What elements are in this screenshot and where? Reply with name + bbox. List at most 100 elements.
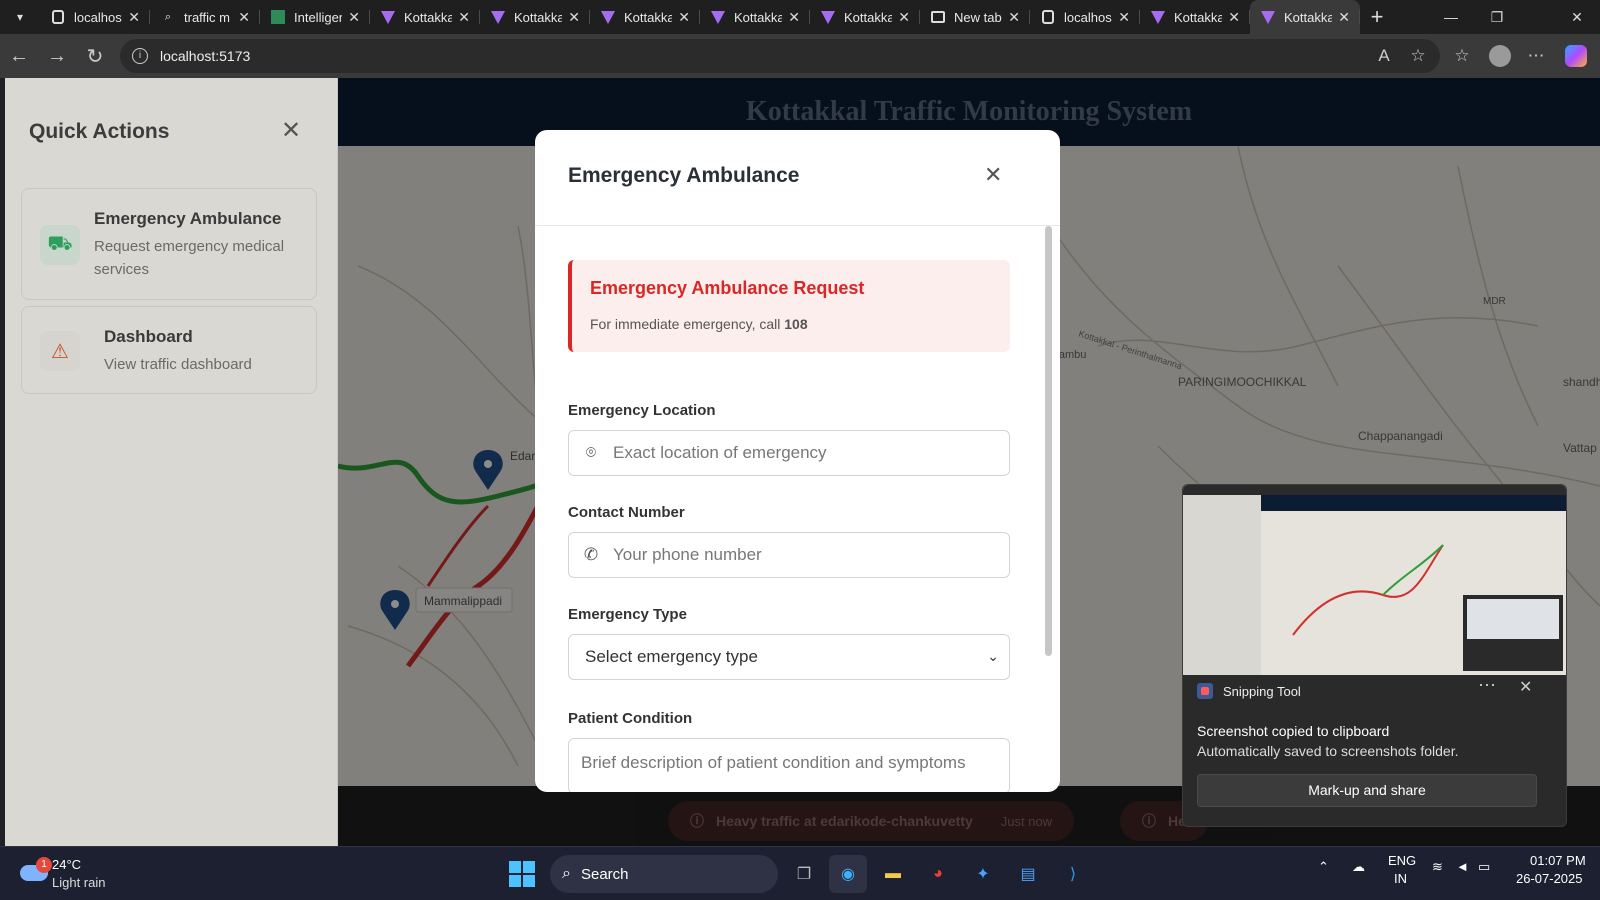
clock-date[interactable]: 26-07-2025	[1516, 871, 1583, 886]
type-label: Emergency Type	[568, 606, 687, 623]
browser-tab[interactable]: Kottakka ✕	[370, 0, 480, 34]
browser-tab[interactable]: Kottakka ✕	[1250, 0, 1360, 34]
battery-icon[interactable]: ▭	[1478, 859, 1490, 875]
start-icon[interactable]	[503, 855, 541, 893]
location-placeholder: Exact location of emergency	[613, 443, 827, 462]
language-top[interactable]: ENG	[1388, 853, 1416, 868]
quick-action-dashboard[interactable]: ⚠ Dashboard View traffic dashboard	[21, 306, 317, 394]
contact-placeholder: Your phone number	[613, 545, 762, 564]
tab-close-icon[interactable]: ✕	[898, 9, 910, 26]
volume-icon[interactable]: ◄	[1456, 859, 1469, 874]
tab-close-icon[interactable]: ✕	[128, 9, 140, 26]
tab-actions-menu-icon[interactable]: ▾	[0, 0, 40, 34]
tab-close-icon[interactable]: ✕	[678, 9, 690, 26]
screenshot-thumbnail[interactable]	[1183, 485, 1567, 675]
language-bottom[interactable]: IN	[1394, 871, 1407, 886]
tab-title: Intelliger	[294, 9, 343, 25]
browser-tab[interactable]: Kottakka ✕	[700, 0, 810, 34]
tab-close-icon[interactable]: ✕	[348, 9, 360, 26]
emergency-alert-text: For immediate emergency, call 108	[590, 316, 808, 332]
edge-icon[interactable]: ◉	[829, 855, 867, 893]
chrome-icon[interactable]: ◕	[919, 855, 957, 893]
onedrive-icon[interactable]: ☁	[1352, 859, 1365, 875]
forward-icon[interactable]: →	[38, 34, 76, 78]
favorites-icon[interactable]: ☆	[1444, 38, 1480, 74]
quick-action-desc: View traffic dashboard	[104, 356, 252, 373]
tab-close-icon[interactable]: ✕	[1118, 9, 1130, 26]
weather-description: Light rain	[52, 875, 106, 890]
copilot-icon[interactable]	[1558, 38, 1594, 74]
browser-tab[interactable]: New tab ✕	[920, 0, 1030, 34]
modal-title: Emergency Ambulance	[568, 164, 800, 187]
quick-action-emergency-ambulance[interactable]: ⛟ Emergency Ambulance Request emergency …	[21, 188, 317, 300]
markup-and-share-button[interactable]: Mark-up and share	[1197, 774, 1537, 807]
weather-widget[interactable]: 1 24°C Light rain	[16, 853, 156, 893]
browser-tab[interactable]: ⌕ traffic m ✕	[150, 0, 260, 34]
location-label: Emergency Location	[568, 402, 716, 419]
notepad-icon[interactable]: ▤	[1009, 855, 1047, 893]
taskbar-search[interactable]: ⌕ Search	[550, 855, 778, 893]
more-options-icon[interactable]: ⋯	[1478, 675, 1496, 696]
contact-input[interactable]: ✆ Your phone number	[568, 532, 1010, 578]
cloud-rain-icon: 1	[20, 857, 52, 881]
profile-avatar-icon[interactable]	[1482, 38, 1518, 74]
tab-close-icon[interactable]: ✕	[238, 9, 250, 26]
condition-placeholder: Brief description of patient condition a…	[581, 753, 966, 772]
task-view-icon[interactable]: ❐	[785, 855, 823, 893]
browser-tab[interactable]: Kottakka ✕	[590, 0, 700, 34]
new-tab-button[interactable]: +	[1360, 4, 1394, 30]
tab-close-icon[interactable]: ✕	[1008, 9, 1020, 26]
url-text[interactable]: localhost:5173	[160, 48, 250, 64]
tab-close-icon[interactable]: ✕	[1338, 9, 1350, 26]
tab-close-icon[interactable]: ✕	[458, 9, 470, 26]
emergency-alert-message: For immediate emergency, call	[590, 316, 781, 332]
condition-textarea[interactable]: Brief description of patient condition a…	[568, 738, 1010, 792]
tab-close-icon[interactable]: ✕	[1228, 9, 1240, 26]
browser-tab[interactable]: Intelliger ✕	[260, 0, 370, 34]
reload-icon[interactable]: ↻	[76, 34, 114, 78]
more-options-icon[interactable]: ⋯	[1518, 38, 1554, 74]
tab-close-icon[interactable]: ✕	[568, 9, 580, 26]
wifi-icon[interactable]: ≋	[1432, 859, 1443, 875]
read-aloud-icon[interactable]: A	[1366, 38, 1402, 74]
show-hidden-icons-icon[interactable]: ⌃	[1318, 859, 1329, 875]
minimize-icon[interactable]: —	[1428, 0, 1474, 34]
favorite-star-icon[interactable]: ☆	[1400, 38, 1436, 74]
restore-icon[interactable]: ❐	[1474, 0, 1520, 34]
close-icon[interactable]: ✕	[281, 116, 301, 145]
browser-tab[interactable]: localhost ✕	[40, 0, 150, 34]
browser-tab[interactable]: Kottakka ✕	[810, 0, 920, 34]
modal-close-icon[interactable]: ✕	[984, 162, 1002, 188]
document-icon	[50, 9, 66, 25]
notification-app-name: Snipping Tool	[1223, 683, 1301, 699]
browser-tab[interactable]: localhos ✕	[1030, 0, 1140, 34]
file-explorer-icon[interactable]: ▬	[874, 855, 912, 893]
quick-action-title: Dashboard	[104, 327, 193, 346]
modal-scrollbar[interactable]	[1045, 226, 1052, 656]
notification-close-icon[interactable]: ✕	[1519, 677, 1532, 697]
vite-icon	[1260, 9, 1276, 25]
search-icon: ⌕	[562, 865, 571, 882]
window-close-icon[interactable]: ✕	[1554, 0, 1600, 34]
tab-title: Kottakka	[624, 9, 673, 25]
browser-tab[interactable]: Kottakka ✕	[1140, 0, 1250, 34]
url-field[interactable]: i localhost:5173	[120, 39, 1440, 73]
browser-tab[interactable]: Kottakka ✕	[480, 0, 590, 34]
site-info-icon[interactable]: i	[132, 48, 148, 64]
int-icon	[270, 9, 286, 25]
vscode-icon[interactable]: ⟩	[1054, 855, 1092, 893]
weather-temperature: 24°C	[52, 857, 82, 872]
back-icon[interactable]: ←	[0, 34, 38, 78]
document-icon	[1040, 9, 1056, 25]
app-icon[interactable]: ✦	[964, 855, 1002, 893]
vite-icon	[490, 9, 506, 25]
location-input[interactable]: ⌾ Exact location of emergency	[568, 430, 1010, 476]
clock-time[interactable]: 01:07 PM	[1530, 853, 1586, 868]
tab-title: localhos	[1064, 9, 1112, 25]
vite-icon	[710, 9, 726, 25]
warning-icon: ⚠	[40, 331, 80, 371]
tab-title: Kottakka	[404, 9, 453, 25]
quick-actions-panel: Quick Actions ✕ ⛟ Emergency Ambulance Re…	[5, 78, 338, 846]
emergency-type-select[interactable]: Select emergency type ⌄	[568, 634, 1010, 680]
tab-close-icon[interactable]: ✕	[788, 9, 800, 26]
